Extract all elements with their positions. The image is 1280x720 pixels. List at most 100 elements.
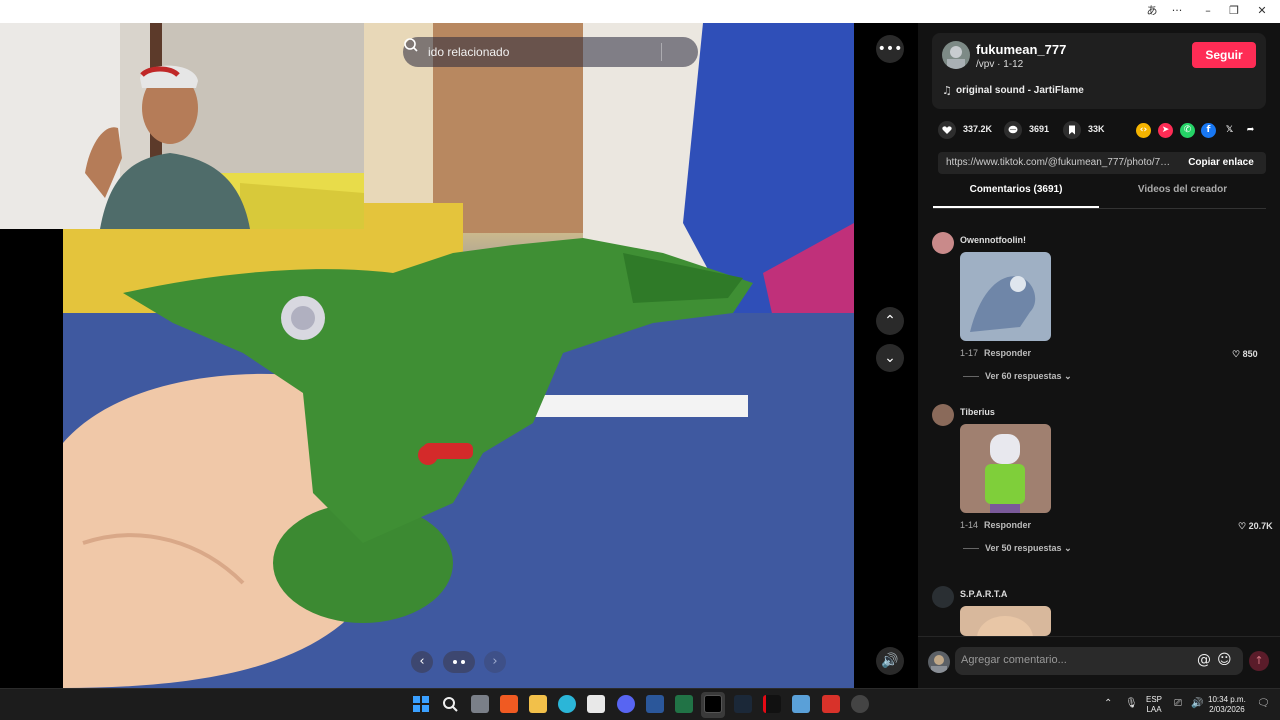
volume-tray-icon[interactable]: 🔊: [1191, 698, 1203, 709]
clock[interactable]: 10:34 p.m. 2/03/2026: [1208, 695, 1246, 715]
language-code: ESP: [1146, 695, 1163, 704]
search-divider: [661, 43, 662, 61]
comment-like[interactable]: ♡ 20.7K: [1238, 521, 1273, 532]
share-link-box: https://www.tiktok.com/@fukumean_777/pho…: [938, 152, 1266, 174]
embed-icon[interactable]: ‹›: [1136, 123, 1151, 138]
view-replies-label: Ver 60 respuestas: [985, 371, 1062, 381]
minimize-icon[interactable]: –: [1196, 3, 1220, 19]
emoji-icon[interactable]: ☺: [1217, 652, 1232, 668]
volume-button[interactable]: 🔊: [876, 647, 904, 675]
send-icon[interactable]: ➤: [1158, 123, 1173, 138]
sound-link[interactable]: original sound - JartiFlame: [956, 85, 1084, 96]
commenter-avatar[interactable]: [932, 586, 954, 608]
comment-like-count: 20.7K: [1248, 521, 1273, 531]
comment-image[interactable]: [960, 424, 1051, 513]
store-icon[interactable]: [587, 695, 605, 713]
comment-input[interactable]: Agregar comentario... @ ☺: [955, 647, 1243, 675]
language-layout: LAA: [1146, 705, 1162, 714]
tab-active-indicator: [933, 206, 1099, 208]
clock-time: 10:34 p.m.: [1208, 695, 1246, 704]
more-options-button[interactable]: •••: [876, 35, 904, 63]
commenter-username[interactable]: Owennotfoolin!: [960, 235, 1026, 245]
like-count: 337.2K: [963, 124, 993, 134]
maximize-icon[interactable]: ❐: [1222, 3, 1246, 19]
commenter-avatar[interactable]: [932, 232, 954, 254]
share-url[interactable]: https://www.tiktok.com/@fukumean_777/pho…: [946, 157, 1172, 168]
whatsapp-icon[interactable]: ✆: [1180, 123, 1195, 138]
next-post-button[interactable]: ⌄: [876, 344, 904, 372]
my-avatar[interactable]: [928, 651, 950, 673]
mention-icon[interactable]: @: [1197, 652, 1211, 668]
comment-meta: 1-17 Responder: [960, 348, 1031, 358]
comment-date: 1-17: [960, 348, 979, 358]
network-icon[interactable]: ⎚: [1174, 698, 1182, 709]
comment-date: 1-14: [960, 520, 979, 530]
follow-button[interactable]: Seguir: [1192, 42, 1256, 68]
view-replies-label: Ver 50 respuestas: [985, 543, 1062, 553]
settings-icon[interactable]: [851, 695, 869, 713]
related-search-bar[interactable]: ido relacionado: [403, 37, 698, 67]
comment-like[interactable]: ♡ 850: [1232, 349, 1258, 360]
view-replies-button[interactable]: Ver 50 respuestas ⌄: [963, 543, 1072, 554]
translate-icon[interactable]: あ: [1140, 3, 1164, 19]
search-taskbar-icon[interactable]: [441, 695, 459, 713]
bookmark-icon[interactable]: [1063, 121, 1081, 139]
tab-divider: [933, 208, 1266, 209]
netflix-icon[interactable]: [763, 695, 781, 713]
more-icon[interactable]: ···: [1165, 3, 1189, 19]
close-icon[interactable]: ✕: [1250, 3, 1274, 19]
carousel-prev-button[interactable]: ‹: [411, 651, 433, 673]
photos-icon[interactable]: [792, 695, 810, 713]
comment-count: 3691: [1029, 124, 1050, 134]
post-details-panel: fukumean_777 /vpv · 1-12 Seguir ♫ origin…: [918, 23, 1280, 688]
brave-icon[interactable]: [500, 695, 518, 713]
author-subtitle: /vpv · 1-12: [976, 59, 1024, 70]
commenter-username[interactable]: Tiberius: [960, 407, 995, 417]
steam-icon[interactable]: [734, 695, 752, 713]
start-icon[interactable]: [412, 695, 430, 713]
comment-image[interactable]: [960, 252, 1051, 341]
excel-icon[interactable]: [675, 695, 693, 713]
carousel-next-button[interactable]: ›: [484, 651, 506, 673]
discord-icon[interactable]: [617, 695, 635, 713]
comment-composer: Agregar comentario... @ ☺ ↑: [918, 636, 1280, 688]
copy-link-button[interactable]: Copiar enlace: [1176, 152, 1266, 174]
comment-input-placeholder: Agregar comentario...: [961, 654, 1067, 666]
comment-icon[interactable]: [1004, 121, 1022, 139]
carousel-dots: [443, 651, 475, 673]
x-icon[interactable]: 𝕏: [1222, 123, 1237, 138]
author-avatar[interactable]: [942, 41, 970, 69]
tab-comments[interactable]: Comentarios (3691): [933, 184, 1099, 208]
music-note-icon: ♫: [942, 84, 952, 97]
browser-title-bar: あ ··· – ❐ ✕: [0, 0, 1280, 23]
carousel-dot[interactable]: [461, 660, 465, 664]
webcam-overlay: [0, 23, 364, 229]
save-count: 33K: [1088, 124, 1105, 134]
carousel-dot[interactable]: [453, 660, 457, 664]
notifications-icon[interactable]: 🗨: [1257, 698, 1270, 709]
comment-image[interactable]: [960, 606, 1051, 636]
search-icon[interactable]: [403, 37, 419, 53]
reply-button[interactable]: Responder: [984, 520, 1031, 530]
tiktok-icon[interactable]: [704, 695, 722, 713]
tray-chevron-icon[interactable]: ⌃: [1104, 698, 1112, 709]
reply-button[interactable]: Responder: [984, 348, 1031, 358]
view-replies-button[interactable]: Ver 60 respuestas ⌄: [963, 371, 1072, 382]
heart-icon[interactable]: [938, 121, 956, 139]
edge-icon[interactable]: [558, 695, 576, 713]
pdf-icon[interactable]: [822, 695, 840, 713]
previous-post-button[interactable]: ⌃: [876, 307, 904, 335]
word-icon[interactable]: [646, 695, 664, 713]
commenter-username[interactable]: S.P.A.R.T.A: [960, 589, 1007, 599]
task-view-icon[interactable]: [471, 695, 489, 713]
share-arrow-icon[interactable]: ➦: [1243, 123, 1258, 138]
language-indicator[interactable]: ESP LAA: [1146, 695, 1162, 715]
commenter-avatar[interactable]: [932, 404, 954, 426]
facebook-icon[interactable]: f: [1201, 123, 1216, 138]
file-explorer-icon[interactable]: [529, 695, 547, 713]
author-username[interactable]: fukumean_777: [976, 42, 1066, 57]
send-comment-button[interactable]: ↑: [1249, 651, 1269, 671]
microphone-icon[interactable]: 🎙: [1125, 698, 1138, 709]
tab-creator-videos[interactable]: Videos del creador: [1099, 184, 1266, 208]
media-stage: ido relacionado ••• ⌃ ⌄ 🔊 ‹ ›: [0, 23, 918, 688]
